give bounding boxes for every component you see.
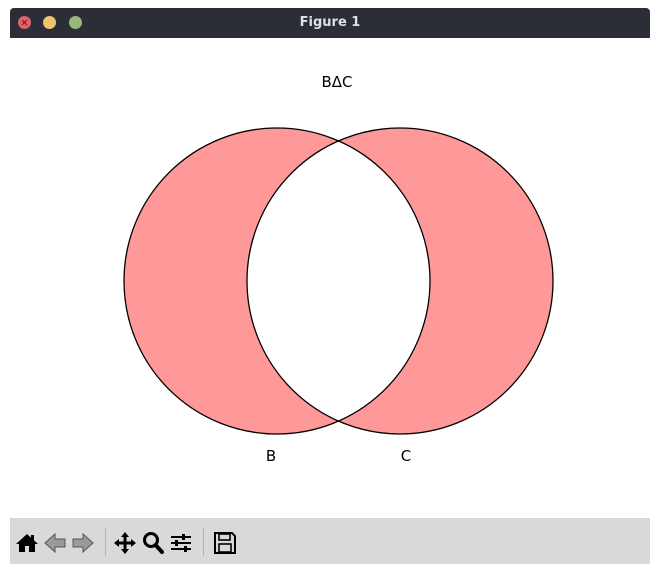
figure-window: Figure 1 BΔC B C: [10, 8, 650, 564]
pan-icon: [114, 532, 136, 554]
back-button[interactable]: [42, 530, 68, 556]
venn-diagram: BΔC B C: [123, 73, 554, 465]
back-icon: [44, 532, 66, 554]
set-b-label: B: [266, 447, 276, 465]
title-bar[interactable]: Figure 1: [10, 8, 650, 38]
navigation-toolbar: [10, 518, 650, 564]
forward-icon: [72, 532, 94, 554]
window-title: Figure 1: [299, 15, 361, 30]
configure-subplots-button[interactable]: [168, 530, 194, 556]
set-c-label: C: [401, 447, 411, 465]
zoom-button[interactable]: [140, 530, 166, 556]
chart-title: BΔC: [321, 73, 352, 91]
toolbar-separator: [105, 528, 106, 556]
zoom-icon: [143, 532, 164, 554]
subplots-icon: [171, 534, 191, 552]
home-icon: [16, 534, 38, 552]
home-button[interactable]: [14, 530, 40, 556]
pan-button[interactable]: [112, 530, 138, 556]
figure-canvas[interactable]: BΔC B C: [10, 38, 650, 518]
save-icon: [214, 532, 236, 554]
toolbar-separator: [203, 528, 204, 556]
forward-button[interactable]: [70, 530, 96, 556]
save-button[interactable]: [212, 530, 238, 556]
